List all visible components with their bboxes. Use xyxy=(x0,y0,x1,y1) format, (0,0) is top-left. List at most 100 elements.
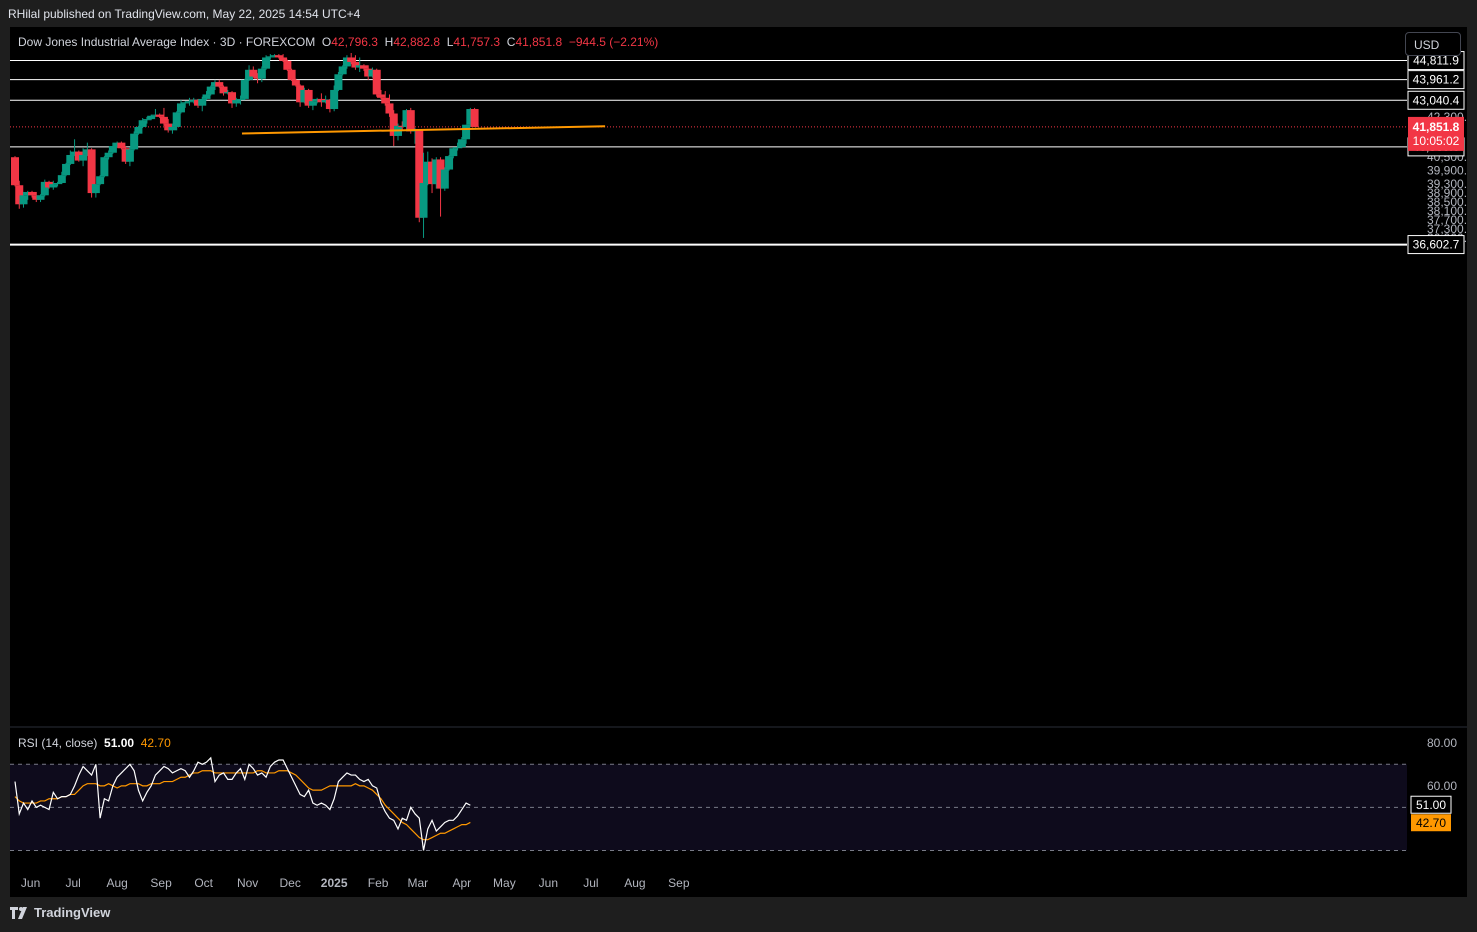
rsi-legend: RSI (14, close) 51.00 42.70 xyxy=(18,736,171,750)
candle-body xyxy=(381,97,390,104)
time-axis-label: Mar xyxy=(408,876,429,890)
rsi-tick-label: 80.00 xyxy=(1427,736,1457,750)
publish-line: RHilal published on TradingView.com, May… xyxy=(8,7,361,21)
candle-body xyxy=(249,69,258,77)
candle-body xyxy=(181,102,190,104)
candle-body xyxy=(445,156,454,170)
candle-body xyxy=(96,176,105,185)
candle-body xyxy=(376,94,385,98)
candle-body xyxy=(240,79,249,99)
candle-body xyxy=(66,154,75,164)
candle-body xyxy=(104,152,113,158)
rsi-ma-value: 42.70 xyxy=(140,736,171,750)
candle-body xyxy=(308,101,317,106)
candle-body xyxy=(36,195,45,200)
candle-body xyxy=(262,57,271,69)
candle-body xyxy=(266,56,275,58)
currency-button[interactable]: USD xyxy=(1405,32,1461,56)
time-axis-label: Aug xyxy=(624,876,645,890)
time-axis-label: May xyxy=(493,876,516,890)
level-label: 43,961.2 xyxy=(1413,73,1460,87)
open-value: 42,796.3 xyxy=(331,35,378,49)
candle-body xyxy=(291,79,300,86)
candle-body xyxy=(449,148,458,157)
candle-body xyxy=(172,112,181,127)
time-axis-label: Jun xyxy=(539,876,558,890)
candle-body xyxy=(108,146,117,153)
candle-body xyxy=(419,182,428,218)
candle-body xyxy=(62,163,71,176)
footer-brand[interactable]: TradingView xyxy=(10,905,110,920)
close-value: 41,851.8 xyxy=(515,35,563,49)
symbol-name: Dow Jones Industrial Average Index · 3D … xyxy=(18,35,316,49)
rsi-value: 51.00 xyxy=(104,736,135,750)
change-value: −944.5 (−2.21%) xyxy=(568,35,659,49)
candle-body xyxy=(338,66,347,75)
time-axis-label: Nov xyxy=(237,876,258,890)
candle-body xyxy=(19,195,28,205)
symbol-legend: Dow Jones Industrial Average Index · 3D … xyxy=(18,35,658,49)
footer-brand-text: TradingView xyxy=(34,905,111,920)
candle-body xyxy=(406,110,415,132)
time-axis-label: Dec xyxy=(280,876,301,890)
candle-body xyxy=(117,142,126,149)
candle-body xyxy=(215,82,224,87)
rsi-ma-badge-label: 42.70 xyxy=(1416,816,1446,830)
candle-body xyxy=(100,157,109,177)
candle-body xyxy=(453,147,462,149)
candle-body xyxy=(372,69,381,95)
time-axis-label: Feb xyxy=(368,876,389,890)
candle-body xyxy=(49,184,58,188)
rsi-value-badge-label: 51.00 xyxy=(1416,798,1446,812)
candle-body xyxy=(142,119,151,121)
candle-body xyxy=(274,55,283,58)
candle-body xyxy=(359,65,368,69)
time-axis-label: Apr xyxy=(452,876,471,890)
candle-body xyxy=(155,114,164,117)
candle-body xyxy=(159,116,168,124)
time-axis-label: Oct xyxy=(194,876,213,890)
candle-body xyxy=(198,98,207,106)
countdown-label: 10:05:02 xyxy=(1413,134,1460,148)
low-value: 41,757.3 xyxy=(453,35,501,49)
price-tick-label: 39,900.0 xyxy=(1427,164,1467,178)
candle-body xyxy=(257,68,266,79)
level-label: 36,602.7 xyxy=(1413,238,1460,252)
time-axis-label: Sep xyxy=(150,876,172,890)
time-axis-label: Sep xyxy=(668,876,690,890)
rsi-name: RSI (14, close) xyxy=(18,736,98,750)
candle-body xyxy=(147,115,156,120)
candle-body xyxy=(279,57,288,61)
candle-body xyxy=(176,103,185,113)
candle-body xyxy=(385,103,394,114)
tradingview-logo-icon xyxy=(10,906,30,919)
time-axis-label: Jun xyxy=(21,876,40,890)
candle-body xyxy=(347,57,356,62)
candle-body xyxy=(232,100,241,104)
candle-body xyxy=(79,154,88,161)
candle-body xyxy=(440,169,449,189)
high-label: H xyxy=(384,35,394,49)
candle-body xyxy=(53,182,62,185)
candle-body xyxy=(236,98,245,101)
candle-body xyxy=(138,120,147,127)
candle-body xyxy=(134,126,143,134)
high-value: 42,882.8 xyxy=(393,35,441,49)
candle-body xyxy=(457,139,466,148)
chart-svg[interactable]: 42,300.040,500.039,900.039,300.038,900.0… xyxy=(10,27,1467,897)
candle-body xyxy=(28,191,37,196)
candle-body xyxy=(185,101,194,103)
candle-body xyxy=(287,69,296,80)
candle-body xyxy=(202,94,211,99)
candle-body xyxy=(206,86,215,95)
rsi-tick-label: 60.00 xyxy=(1427,779,1457,793)
candle-body xyxy=(334,74,343,90)
candle-body xyxy=(330,89,339,110)
time-axis-label: 2025 xyxy=(321,876,348,890)
time-axis-label: Jul xyxy=(65,876,80,890)
candle-body xyxy=(283,60,292,70)
candle-body xyxy=(470,109,479,127)
last-price-label: 41,851.8 xyxy=(1413,120,1460,134)
candle-body xyxy=(125,149,134,162)
candle-body xyxy=(462,124,471,140)
